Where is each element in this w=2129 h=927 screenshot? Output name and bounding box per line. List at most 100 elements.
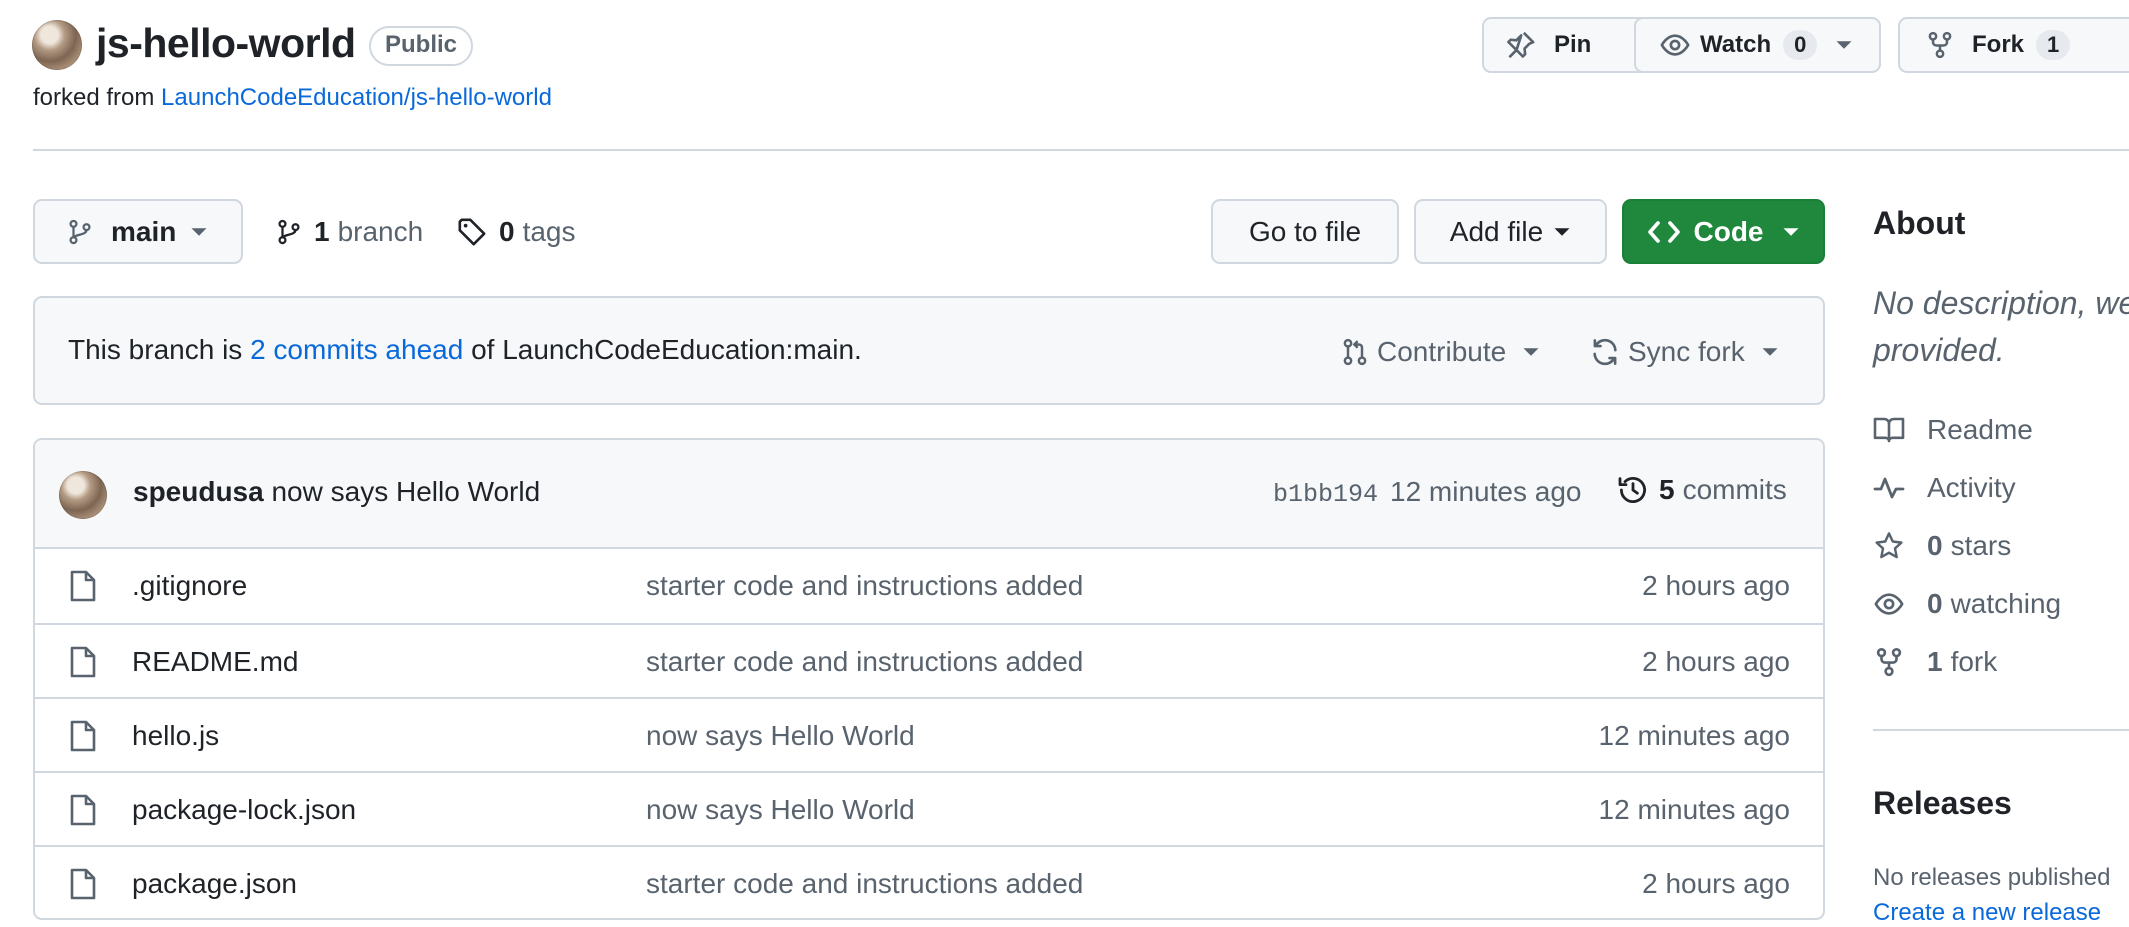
file-rows: .gitignore starter code and instructions… — [35, 549, 1823, 918]
watch-count: 0 — [1783, 30, 1818, 60]
stars-link[interactable]: 0 stars — [1873, 526, 2011, 566]
branch-status-text: This branch is 2 commits ahead of Launch… — [68, 334, 862, 366]
stars-count: 0 — [1927, 530, 1943, 561]
fork-button[interactable]: Fork 1 — [1898, 17, 2129, 73]
watching-label: watching — [1950, 588, 2062, 619]
commit-author[interactable]: speudusa — [133, 476, 264, 507]
latest-commit-bar: speudusa now says Hello World b1bb194 12… — [35, 440, 1823, 549]
fork-icon — [1873, 647, 1905, 677]
file-table: speudusa now says Hello World b1bb194 12… — [33, 438, 1825, 920]
pull-request-icon — [1341, 337, 1369, 367]
book-icon — [1873, 415, 1905, 445]
forks-count: 1 — [1927, 646, 1943, 677]
file-name[interactable]: package.json — [132, 868, 297, 900]
code-label: Code — [1693, 215, 1764, 247]
branch-icon — [67, 217, 93, 247]
go-to-file-button[interactable]: Go to file — [1211, 199, 1399, 264]
file-name[interactable]: .gitignore — [132, 570, 247, 602]
releases-heading[interactable]: Releases — [1873, 785, 2012, 822]
file-row[interactable]: hello.js now says Hello World 12 minutes… — [35, 697, 1823, 771]
file-row[interactable]: package-lock.json now says Hello World 1… — [35, 771, 1823, 845]
code-button[interactable]: Code — [1622, 199, 1825, 264]
file-commit-time: 2 hours ago — [1642, 646, 1790, 677]
file-row[interactable]: README.md starter code and instructions … — [35, 623, 1823, 697]
repo-title[interactable]: js-hello-world — [96, 20, 356, 67]
file-commit-message[interactable]: starter code and instructions added — [646, 646, 1083, 678]
about-description-line-2: provided. — [1873, 332, 2005, 368]
forked-prefix: forked from — [33, 84, 155, 111]
contribute-label: Contribute — [1377, 336, 1507, 367]
watch-button[interactable]: Watch 0 — [1634, 17, 1881, 73]
file-icon — [69, 645, 97, 679]
branch-name: main — [111, 215, 177, 247]
code-icon — [1647, 219, 1680, 245]
file-commit-time: 12 minutes ago — [1598, 720, 1790, 751]
file-commit-time: 2 hours ago — [1642, 868, 1790, 899]
branch-selector[interactable]: main — [33, 199, 243, 264]
file-icon — [69, 867, 97, 901]
file-icon — [69, 793, 97, 827]
commit-message[interactable]: now says Hello World — [271, 476, 540, 507]
watch-label: Watch — [1700, 31, 1772, 58]
file-commit-message[interactable]: now says Hello World — [646, 720, 915, 752]
watching-link[interactable]: 0 watching — [1873, 584, 2061, 624]
commits-ahead-link[interactable]: 2 commits ahead — [250, 334, 463, 365]
forked-source-link[interactable]: LaunchCodeEducation/js-hello-world — [161, 84, 552, 111]
sidebar-divider — [1873, 729, 2129, 731]
commits-history-link[interactable]: 5 commits — [1617, 474, 1787, 506]
owner-avatar[interactable] — [32, 20, 82, 70]
commits-label: commits — [1682, 474, 1787, 505]
stars-label: stars — [1950, 530, 2012, 561]
pin-button[interactable]: Pin — [1482, 17, 1656, 73]
file-row[interactable]: package.json starter code and instructio… — [35, 845, 1823, 918]
about-description-line-1: No description, we — [1873, 285, 2129, 321]
header-divider — [33, 149, 2129, 151]
forks-link[interactable]: 1 fork — [1873, 642, 1997, 682]
releases-empty-text: No releases published — [1873, 864, 2111, 891]
add-file-label: Add file — [1449, 215, 1544, 247]
status-suffix: of LaunchCodeEducation:main. — [471, 334, 862, 365]
branch-status-box: This branch is 2 commits ahead of Launch… — [33, 296, 1825, 405]
contribute-button[interactable]: Contribute — [1341, 332, 1540, 372]
pin-label: Pin — [1554, 31, 1592, 58]
file-name[interactable]: README.md — [132, 646, 298, 678]
author-avatar[interactable] — [59, 471, 107, 519]
file-name[interactable]: package-lock.json — [132, 794, 356, 826]
readme-link[interactable]: Readme — [1873, 410, 2033, 450]
activity-label: Activity — [1927, 472, 2016, 503]
file-icon — [69, 719, 97, 753]
chevron-down-icon — [1835, 39, 1853, 51]
sync-fork-button[interactable]: Sync fork — [1590, 332, 1779, 372]
create-release-link[interactable]: Create a new release — [1873, 899, 2101, 927]
branches-count: 1 — [314, 216, 330, 247]
commit-sha[interactable]: b1bb194 — [1273, 480, 1378, 509]
branches-link[interactable]: 1 branch — [276, 212, 423, 252]
file-row[interactable]: .gitignore starter code and instructions… — [35, 549, 1823, 623]
chevron-down-icon — [1782, 226, 1800, 238]
fork-count: 1 — [2036, 30, 2071, 60]
file-name[interactable]: hello.js — [132, 720, 219, 752]
latest-commit-text: speudusa now says Hello World — [133, 476, 540, 508]
add-file-button[interactable]: Add file — [1414, 199, 1607, 264]
watching-count: 0 — [1927, 588, 1943, 619]
file-commit-message[interactable]: starter code and instructions added — [646, 868, 1083, 900]
file-icon — [69, 569, 97, 603]
visibility-badge: Public — [369, 26, 474, 66]
file-commit-message[interactable]: now says Hello World — [646, 794, 915, 826]
fork-label: Fork — [1972, 31, 2025, 58]
file-commit-message[interactable]: starter code and instructions added — [646, 570, 1083, 602]
tags-link[interactable]: 0 tags — [457, 212, 576, 252]
pulse-icon — [1873, 473, 1905, 503]
tags-count: 0 — [499, 216, 515, 247]
about-description: No description, we provided. — [1873, 280, 2129, 374]
file-commit-time: 12 minutes ago — [1598, 794, 1790, 825]
chevron-down-icon — [1553, 226, 1571, 238]
history-icon — [1617, 474, 1649, 506]
activity-link[interactable]: Activity — [1873, 468, 2016, 508]
chevron-down-icon — [1522, 346, 1540, 358]
status-prefix: This branch is — [68, 334, 243, 365]
pin-icon — [1506, 30, 1536, 60]
eye-icon — [1660, 30, 1690, 60]
star-icon — [1873, 531, 1905, 561]
tag-icon — [457, 217, 487, 247]
